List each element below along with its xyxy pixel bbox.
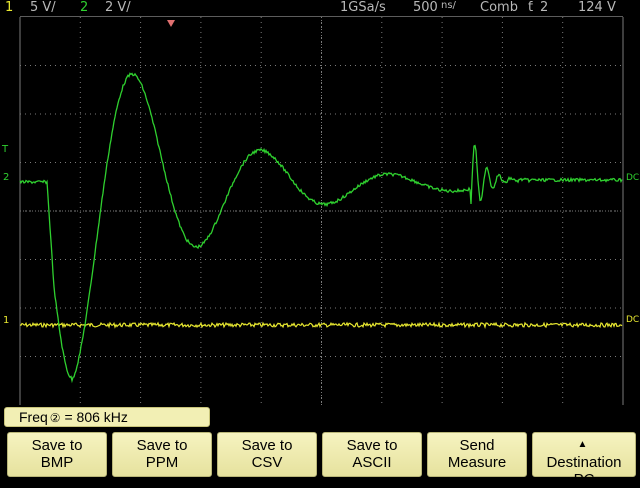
destination-button[interactable]: ▲ Destination PC <box>532 432 636 488</box>
measurement-equals: = <box>64 409 73 425</box>
ch2-ground-marker: 2 <box>3 172 9 183</box>
softkey-label-line2: PPM <box>145 454 179 471</box>
softkey-label-line1: Save to <box>241 437 293 454</box>
softkey-label-line1: Send <box>459 437 495 454</box>
menu-triangle-icon: ▲ <box>577 439 588 450</box>
trigger-level-marker: T <box>1 144 9 155</box>
softkey-label-line2: ASCII <box>352 454 392 471</box>
ch2-coupling-label: DC <box>626 173 639 183</box>
save-csv-button[interactable]: Save to CSV <box>217 432 317 477</box>
save-ascii-button[interactable]: Save to ASCII <box>322 432 422 477</box>
measurement-value: 806 kHz <box>76 409 128 425</box>
softkey-label-line1: Save to <box>136 437 188 454</box>
send-measure-button[interactable]: Send Measure <box>427 432 527 477</box>
softkey-label-line1: Save to <box>346 437 398 454</box>
softkey-label-line1: Save to <box>31 437 83 454</box>
softkey-label-line2: BMP <box>40 454 74 471</box>
softkey-label-line2: CSV <box>251 454 283 471</box>
ch1-coupling-label: DC <box>626 315 639 325</box>
trigger-position-icon <box>167 20 175 27</box>
ch1-ground-marker: 1 <box>3 315 9 326</box>
measurement-label: Freq <box>19 409 48 425</box>
softkey-label-line1: Destination <box>546 454 622 471</box>
save-ppm-button[interactable]: Save to PPM <box>112 432 212 477</box>
save-bmp-button[interactable]: Save to BMP <box>7 432 107 477</box>
measurement-bar: Freq ② = 806 kHz <box>4 407 210 427</box>
oscilloscope-screen: 1 5 V/ 2 2 V/ 1GSa/s 500 ns/ Comb ƭ 2 12… <box>0 0 640 488</box>
measurement-channel-icon: ② <box>49 411 61 425</box>
softkey-label-line2: Measure <box>447 454 507 471</box>
